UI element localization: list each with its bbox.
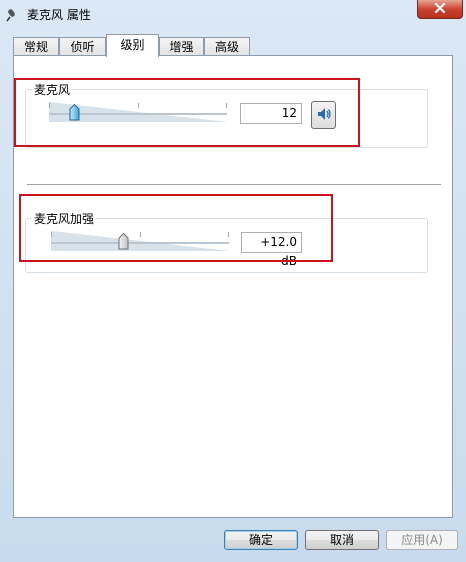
tab-listen[interactable]: 侦听 [59, 37, 106, 56]
cancel-button[interactable]: 取消 [305, 530, 379, 550]
tab-enhancements[interactable]: 增强 [159, 37, 204, 56]
microphone-icon [6, 6, 22, 22]
separator-line [27, 184, 441, 185]
title-bar[interactable]: 麦克风 属性 [0, 0, 466, 28]
close-button[interactable] [417, 0, 463, 19]
close-icon [434, 2, 446, 16]
apply-button[interactable]: 应用(A) [386, 530, 458, 550]
ok-button[interactable]: 确定 [224, 530, 298, 550]
tab-advanced[interactable]: 高级 [204, 37, 250, 56]
window-title: 麦克风 属性 [27, 8, 91, 22]
tab-general[interactable]: 常规 [13, 37, 59, 56]
highlight-microphone [14, 78, 360, 147]
properties-window: 麦克风 属性 常规 侦听 级别 增强 高级 麦克风 12 麦克风加强 +12.0… [0, 0, 466, 562]
tab-levels[interactable]: 级别 [106, 34, 159, 57]
highlight-boost [19, 194, 333, 262]
